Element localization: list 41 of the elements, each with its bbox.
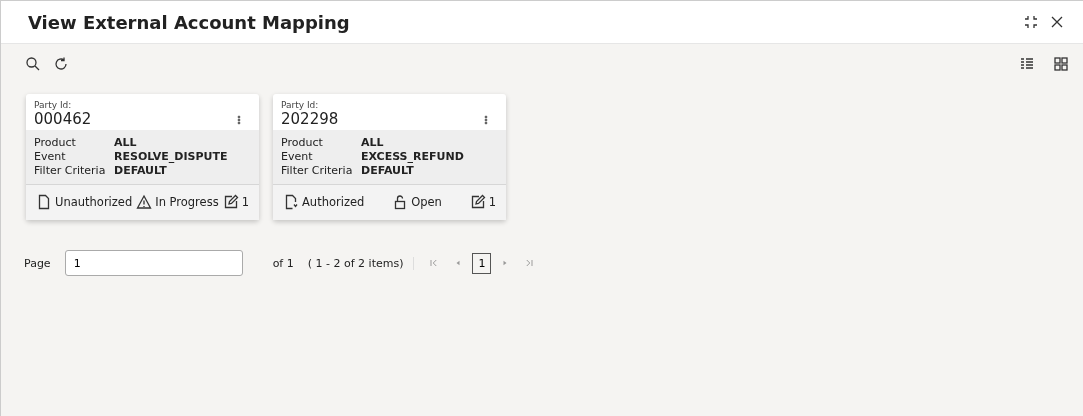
- refresh-icon: [53, 56, 69, 72]
- window-title: View External Account Mapping: [28, 11, 351, 33]
- field-value: ALL: [114, 136, 138, 150]
- edit-icon: [222, 194, 239, 210]
- warning-icon: [136, 194, 153, 210]
- status-text: 1: [241, 195, 249, 209]
- field-value: DEFAULT: [361, 164, 415, 178]
- field-value: EXCESS_REFUND: [361, 150, 465, 164]
- status-text: Unauthorized: [55, 195, 133, 209]
- close-icon: [1049, 14, 1065, 30]
- edit-icon: [469, 194, 486, 210]
- field-value: ALL: [361, 136, 385, 150]
- field-label: Product: [34, 136, 77, 150]
- document-icon: [36, 194, 52, 210]
- page-number[interactable]: 1: [472, 252, 492, 274]
- page-input-field[interactable]: 1: [64, 250, 243, 276]
- field-value: DEFAULT: [114, 164, 168, 178]
- page-count: of 1: [272, 256, 294, 270]
- field-label: Party Id:: [281, 100, 320, 110]
- item-range: ( 1 - 2 of 2 items): [307, 256, 415, 270]
- party-id: 000462: [34, 110, 92, 128]
- grid-view-button[interactable]: [1051, 54, 1071, 74]
- search-icon: [25, 56, 41, 72]
- status-text: In Progress: [155, 195, 219, 209]
- field-label: Filter Criteria: [281, 164, 354, 178]
- collapse-icon: [1023, 14, 1039, 30]
- grid-icon: [1053, 56, 1069, 72]
- page-label: Page: [24, 256, 51, 270]
- field-label: Filter Criteria: [34, 164, 107, 178]
- field-label: Party Id:: [34, 100, 73, 110]
- status-text: Authorized: [302, 195, 365, 209]
- status-text: 1: [488, 195, 496, 209]
- field-label: Event: [34, 150, 67, 164]
- field-value: RESOLVE_DISPUTE: [114, 150, 229, 164]
- status-text: Open: [411, 195, 442, 209]
- document-refresh-icon: [283, 194, 299, 210]
- party-id: 202298: [281, 110, 339, 128]
- list-icon: [1019, 56, 1035, 72]
- last-page-icon: [523, 257, 536, 269]
- field-label: Event: [281, 150, 314, 164]
- field-label: Product: [281, 136, 324, 150]
